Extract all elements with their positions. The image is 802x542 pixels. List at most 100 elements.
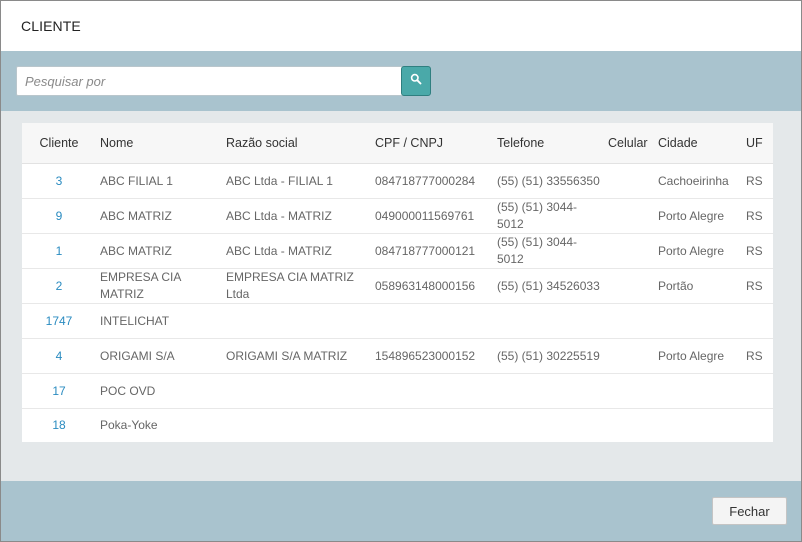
- cell-celular: [604, 373, 654, 409]
- cell-cidade: Porto Alegre: [654, 233, 742, 269]
- cell-telefone: (55) (51) 33556350: [493, 163, 604, 199]
- cell-uf: [742, 303, 773, 339]
- cell-cidade: Porto Alegre: [654, 338, 742, 374]
- cliente-code[interactable]: 18: [52, 418, 65, 432]
- cell-razao-social: [222, 373, 371, 409]
- cell-cliente[interactable]: 1: [22, 233, 96, 269]
- cell-nome: ABC MATRIZ: [96, 233, 222, 269]
- table-row[interactable]: 3 ABC FILIAL 1 ABC Ltda - FILIAL 1 08471…: [22, 163, 773, 199]
- cell-celular: [604, 303, 654, 339]
- cell-cliente[interactable]: 1747: [22, 303, 96, 339]
- cell-cliente[interactable]: 17: [22, 373, 96, 409]
- column-header-telefone[interactable]: Telefone: [493, 123, 604, 164]
- cell-uf: [742, 373, 773, 409]
- cell-cidade: Porto Alegre: [654, 198, 742, 234]
- cliente-code[interactable]: 1747: [46, 314, 73, 328]
- cell-razao-social: ABC Ltda - MATRIZ: [222, 198, 371, 234]
- cell-nome: INTELICHAT: [96, 303, 222, 339]
- cell-telefone: [493, 373, 604, 409]
- cell-cliente[interactable]: 4: [22, 338, 96, 374]
- cell-cidade: Cachoeirinha: [654, 163, 742, 199]
- table-row[interactable]: 1747 INTELICHAT: [22, 303, 773, 339]
- cell-uf: RS: [742, 198, 773, 234]
- dialog-footer: Fechar: [1, 481, 801, 541]
- cell-cpf-cnpj: [371, 408, 493, 442]
- cell-cliente[interactable]: 2: [22, 268, 96, 304]
- cell-razao-social: EMPRESA CIA MATRIZ Ltda: [222, 268, 371, 304]
- cliente-code[interactable]: 17: [52, 384, 65, 398]
- cell-razao-social: ORIGAMI S/A MATRIZ: [222, 338, 371, 374]
- cell-cidade: [654, 373, 742, 409]
- table-row[interactable]: 4 ORIGAMI S/A ORIGAMI S/A MATRIZ 1548965…: [22, 338, 773, 374]
- cell-nome: EMPRESA CIA MATRIZ: [96, 268, 222, 304]
- cell-celular: [604, 233, 654, 269]
- cell-razao-social: [222, 303, 371, 339]
- cell-uf: RS: [742, 163, 773, 199]
- table-row[interactable]: 9 ABC MATRIZ ABC Ltda - MATRIZ 049000011…: [22, 198, 773, 234]
- cell-cpf-cnpj: 049000011569761: [371, 198, 493, 234]
- column-header-nome[interactable]: Nome: [96, 123, 222, 164]
- cell-cpf-cnpj: [371, 373, 493, 409]
- cliente-code[interactable]: 4: [56, 349, 63, 363]
- search-input[interactable]: [16, 66, 404, 96]
- table-row[interactable]: 17 POC OVD: [22, 373, 773, 409]
- results-table-card: Cliente Nome Razão social CPF / CNPJ Tel…: [22, 123, 773, 442]
- search-bar: [1, 51, 801, 111]
- cell-cliente[interactable]: 18: [22, 408, 96, 442]
- dialog-header: CLIENTE: [1, 1, 801, 51]
- search-icon: [410, 72, 422, 90]
- cliente-dialog: CLIENTE Pesquisar por Cliente Nome Razão…: [0, 0, 802, 542]
- cliente-code[interactable]: 2: [56, 279, 63, 293]
- column-header-uf[interactable]: UF: [742, 123, 773, 164]
- search-button[interactable]: [401, 66, 431, 96]
- cell-cidade: [654, 303, 742, 339]
- table-row[interactable]: 2 EMPRESA CIA MATRIZ EMPRESA CIA MATRIZ …: [22, 268, 773, 304]
- cell-nome: POC OVD: [96, 373, 222, 409]
- cell-cpf-cnpj: 084718777000121: [371, 233, 493, 269]
- column-header-cpf-cnpj[interactable]: CPF / CNPJ: [371, 123, 493, 164]
- column-header-razao-social[interactable]: Razão social: [222, 123, 371, 164]
- cell-cpf-cnpj: [371, 303, 493, 339]
- cell-cpf-cnpj: 084718777000284: [371, 163, 493, 199]
- close-button[interactable]: Fechar: [712, 497, 787, 525]
- cell-cidade: [654, 408, 742, 442]
- cell-uf: RS: [742, 233, 773, 269]
- cell-cpf-cnpj: 154896523000152: [371, 338, 493, 374]
- cliente-code[interactable]: 1: [56, 244, 63, 258]
- cell-telefone: (55) (51) 3044-5012: [493, 233, 604, 269]
- cell-uf: RS: [742, 268, 773, 304]
- clients-table: Cliente Nome Razão social CPF / CNPJ Tel…: [22, 123, 773, 442]
- cell-celular: [604, 198, 654, 234]
- cell-celular: [604, 268, 654, 304]
- cell-nome: ABC MATRIZ: [96, 198, 222, 234]
- cell-telefone: [493, 408, 604, 442]
- cell-nome: ORIGAMI S/A: [96, 338, 222, 374]
- cell-telefone: (55) (51) 34526033: [493, 268, 604, 304]
- cell-telefone: [493, 303, 604, 339]
- cell-celular: [604, 338, 654, 374]
- cliente-code[interactable]: 9: [56, 209, 63, 223]
- cell-uf: [742, 408, 773, 442]
- cell-razao-social: [222, 408, 371, 442]
- column-header-celular[interactable]: Celular: [604, 123, 654, 164]
- cell-uf: RS: [742, 338, 773, 374]
- table-row[interactable]: 1 ABC MATRIZ ABC Ltda - MATRIZ 084718777…: [22, 233, 773, 269]
- results-area: Cliente Nome Razão social CPF / CNPJ Tel…: [1, 111, 801, 481]
- cell-cliente[interactable]: 9: [22, 198, 96, 234]
- cliente-code[interactable]: 3: [56, 174, 63, 188]
- table-row[interactable]: 18 Poka-Yoke: [22, 408, 773, 442]
- cell-nome: Poka-Yoke: [96, 408, 222, 442]
- cell-celular: [604, 408, 654, 442]
- cell-cidade: Portão: [654, 268, 742, 304]
- column-header-cliente[interactable]: Cliente: [22, 123, 96, 164]
- column-header-cidade[interactable]: Cidade: [654, 123, 742, 164]
- table-header-row: Cliente Nome Razão social CPF / CNPJ Tel…: [22, 123, 773, 164]
- cell-razao-social: ABC Ltda - FILIAL 1: [222, 163, 371, 199]
- dialog-title: CLIENTE: [21, 18, 81, 34]
- cell-razao-social: ABC Ltda - MATRIZ: [222, 233, 371, 269]
- cell-telefone: (55) (51) 30225519: [493, 338, 604, 374]
- cell-telefone: (55) (51) 3044-5012: [493, 198, 604, 234]
- cell-cpf-cnpj: 058963148000156: [371, 268, 493, 304]
- cell-cliente[interactable]: 3: [22, 163, 96, 199]
- cell-nome: ABC FILIAL 1: [96, 163, 222, 199]
